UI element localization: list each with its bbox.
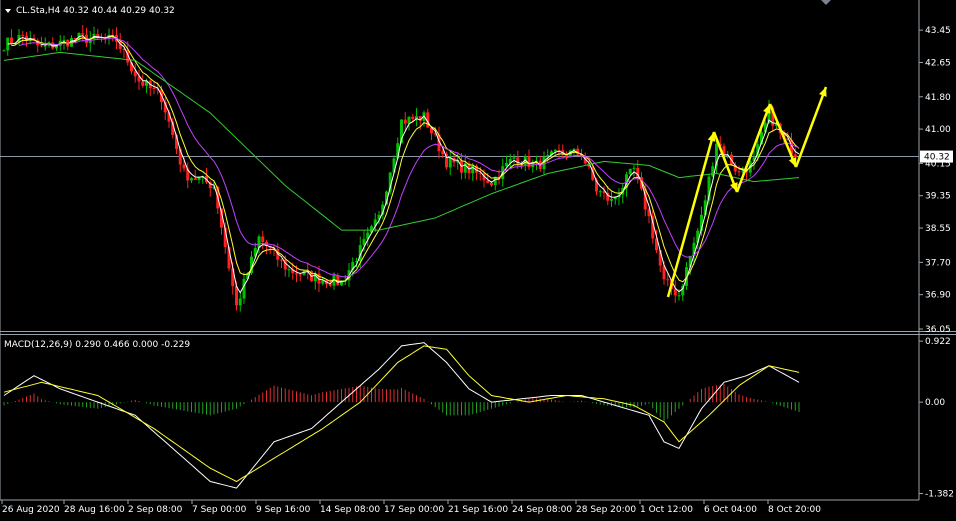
time-tick-label: 6 Oct 04:00 [704,505,757,515]
symbol-header: CL.Sta,H4 40.32 40.44 40.29 40.32 [5,6,175,16]
candle-body [628,168,632,175]
candle-body [287,269,291,271]
candle-body [242,278,246,299]
candle-body [40,45,43,47]
candle-body [141,81,145,86]
candle-body [407,116,411,124]
candle-body [677,295,681,297]
candle-body [182,164,186,169]
macd-tick-label: 0.00 [925,398,945,408]
chart-background [0,0,956,517]
time-tick-label: 14 Sep 08:00 [320,505,380,515]
candle-body [238,298,242,306]
candle-body [81,33,85,35]
time-tick-label: 9 Sep 16:00 [256,505,311,515]
time-tick-label: 8 Oct 20:00 [768,505,821,515]
candle-body [411,116,415,120]
time-tick-label: 1 Oct 12:00 [640,505,693,515]
candle-body [673,288,677,296]
time-tick-label: 28 Sep 20:00 [576,505,636,515]
time-tick-label: 24 Sep 08:00 [512,505,572,515]
candle-body [505,163,508,167]
price-tick-label: 36.90 [925,291,951,301]
candle-body [403,119,407,124]
candle-body [190,178,193,181]
candle-body [261,236,265,242]
candle-body [793,154,797,158]
price-tick-label: 41.80 [925,93,951,103]
price-tick-label: 39.35 [925,192,951,202]
candle-body [512,157,516,159]
price-tick-label: 43.45 [925,26,951,36]
candle-body [598,191,602,193]
candle-body [516,157,520,165]
current-price-label: 40.32 [924,153,950,163]
price-tick-label: 41.00 [925,125,951,135]
time-tick-label: 21 Sep 16:00 [448,505,508,515]
time-tick-label: 17 Sep 00:00 [384,505,444,515]
time-tick-label: 2 Sep 08:00 [128,505,183,515]
candle-body [298,274,302,276]
price-tick-label: 42.65 [925,58,951,68]
price-tick-label: 37.70 [925,258,951,268]
time-tick-label: 28 Aug 16:00 [64,505,125,515]
candle-body [21,35,25,37]
candle-body [2,50,6,52]
price-tick-label: 36.05 [925,325,951,335]
candle-body [197,177,201,180]
symbol-header-text: CL.Sta,H4 40.32 40.44 40.29 40.32 [16,6,175,16]
time-tick-label: 26 Aug 2020 [2,505,60,515]
candle-body [193,178,197,180]
candle-body [62,39,66,41]
candle-body [553,149,557,152]
trading-chart[interactable]: 43.45 42.65 41.80 41.00 40.15 39.35 38.55 37.70… [0,0,956,517]
candle-body [610,199,613,201]
macd-header-text: MACD(12,26,9) 0.290 0.466 0.000 -0.229 [4,340,190,350]
candle-body [737,171,741,173]
candle-body [280,259,283,261]
price-tick-label: 38.55 [925,224,951,234]
candle-body [43,45,47,47]
candle-body [666,279,670,281]
candle-body [152,88,156,90]
macd-tick-label: -1.382 [925,490,954,500]
time-tick-label: 7 Sep 00:00 [192,505,247,515]
macd-tick-label: 0.922 [925,337,951,347]
candle-body [295,273,298,275]
candle-body [10,37,13,44]
candle-body [632,167,636,169]
candle-body [490,182,493,186]
candle-body [448,157,452,168]
